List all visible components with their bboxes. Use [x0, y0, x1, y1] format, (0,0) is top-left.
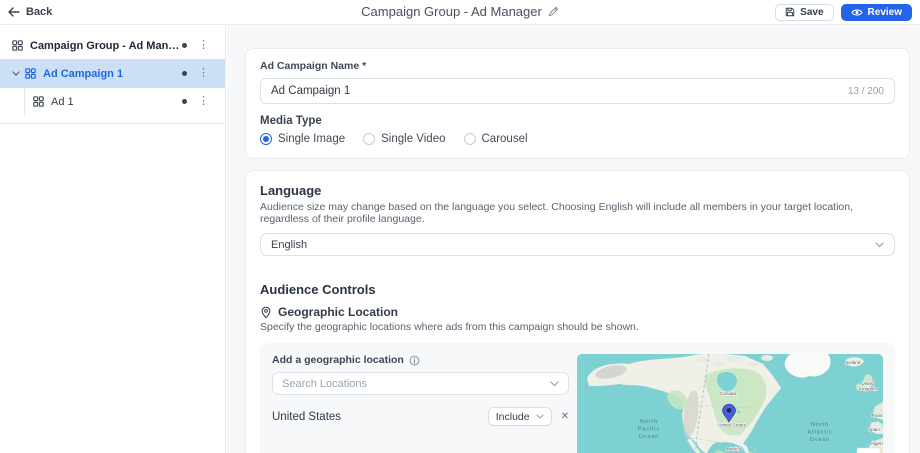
campaign-name-input[interactable] — [271, 85, 840, 97]
status-dot — [182, 71, 187, 76]
include-exclude-select[interactable]: Include — [488, 407, 552, 426]
sidebar-divider — [0, 123, 225, 124]
google-map[interactable]: North Pacific Ocean North Atlantic Ocean… — [577, 354, 883, 453]
svg-text:Atlantic: Atlantic — [808, 430, 833, 436]
radio-icon[interactable] — [260, 133, 272, 145]
chevron-down-icon — [536, 414, 544, 419]
map-label-algeria: Algeria — [871, 441, 883, 446]
map-label-iceland: Iceland — [846, 360, 861, 365]
svg-text:Ocean: Ocean — [639, 434, 659, 440]
chevron-down-icon — [550, 381, 559, 387]
location-row-united-states: United States Include ✕ — [272, 407, 569, 426]
chevron-down-icon[interactable] — [12, 71, 20, 76]
media-type-radio-group: Single Image Single Video Carousel — [260, 133, 895, 145]
add-location-label: Add a geographic location — [272, 354, 404, 366]
grid-icon — [25, 68, 36, 79]
kebab-menu-icon[interactable]: ⋮ — [196, 68, 211, 79]
tree-item-ad-campaign[interactable]: Ad Campaign 1 ⋮ — [0, 59, 225, 88]
language-selected-value: English — [271, 239, 307, 251]
radio-label: Carousel — [482, 133, 528, 145]
map-label-united-states: United States — [718, 423, 746, 428]
review-button[interactable]: Review — [841, 4, 912, 21]
map-label-mexico: Mexico — [727, 447, 742, 452]
location-search-field[interactable] — [272, 372, 569, 395]
review-label: Review — [868, 7, 902, 18]
include-value: Include — [496, 411, 530, 423]
map-pin-icon — [260, 306, 272, 319]
map-canvas: North Pacific Ocean North Atlantic Ocean… — [577, 354, 883, 453]
tree-item-label: Ad 1 — [51, 96, 74, 108]
chevron-down-icon — [875, 242, 884, 248]
geographic-location-description: Specify the geographic locations where a… — [260, 321, 895, 333]
location-search-input[interactable] — [282, 378, 550, 390]
radio-icon[interactable] — [464, 133, 476, 145]
media-type-label: Media Type — [260, 115, 895, 127]
geographic-location-panel: Add a geographic location United States — [260, 343, 895, 453]
status-dot — [182, 99, 187, 104]
audience-controls-heading: Audience Controls — [260, 282, 895, 297]
targeting-card: Language Audience size may change based … — [245, 170, 910, 453]
radio-single-image[interactable]: Single Image — [260, 133, 345, 145]
top-bar: Back Campaign Group - Ad Manager Save Re… — [0, 0, 920, 25]
main-content: Ad Campaign Name * 13 / 200 Media Type S… — [227, 25, 920, 453]
remove-location-icon[interactable]: ✕ — [561, 411, 569, 422]
eye-icon — [851, 8, 863, 17]
svg-text:Ocean: Ocean — [810, 437, 830, 443]
campaign-name-field[interactable]: 13 / 200 — [260, 78, 895, 104]
kebab-menu-icon[interactable]: ⋮ — [196, 40, 211, 51]
language-description: Audience size may change based on the la… — [260, 201, 895, 225]
language-select[interactable]: English — [260, 233, 895, 256]
radio-icon[interactable] — [363, 133, 375, 145]
kebab-menu-icon[interactable]: ⋮ — [196, 96, 211, 107]
geographic-location-heading: Geographic Location — [278, 305, 398, 319]
map-label-canada: Canada — [720, 391, 737, 396]
map-zoom-control: + − — [857, 448, 880, 453]
radio-label: Single Image — [278, 133, 345, 145]
grid-icon — [33, 96, 44, 107]
campaign-name-label: Ad Campaign Name * — [260, 60, 895, 72]
save-icon — [785, 7, 795, 17]
edit-title-icon[interactable] — [548, 6, 559, 17]
save-button[interactable]: Save — [775, 4, 833, 21]
svg-text:Pacific: Pacific — [638, 427, 660, 433]
radio-single-video[interactable]: Single Video — [363, 133, 445, 145]
arrow-left-icon — [8, 7, 20, 17]
svg-text:Kingdom: Kingdom — [859, 387, 877, 392]
back-button[interactable]: Back — [8, 6, 52, 18]
save-label: Save — [800, 7, 823, 18]
page-title: Campaign Group - Ad Manager — [361, 4, 542, 19]
grid-icon — [12, 40, 23, 51]
map-label-france: France — [872, 413, 883, 418]
tree-item-ad[interactable]: Ad 1 ⋮ — [0, 88, 225, 115]
radio-carousel[interactable]: Carousel — [464, 133, 528, 145]
info-icon[interactable] — [409, 355, 420, 366]
status-dot — [182, 43, 187, 48]
map-label-north-pacific: North — [640, 419, 658, 425]
campaign-tree-sidebar: Campaign Group - Ad Manager ⋮ Ad Campaig… — [0, 25, 226, 453]
map-label-north-atlantic: North — [811, 422, 829, 428]
back-label: Back — [26, 6, 52, 18]
tree-item-label: Ad Campaign 1 — [43, 68, 123, 80]
language-heading: Language — [260, 183, 895, 198]
tree-item-label: Campaign Group - Ad Manager — [30, 40, 182, 52]
location-name: United States — [272, 411, 341, 423]
radio-label: Single Video — [381, 133, 445, 145]
tree-item-campaign-group[interactable]: Campaign Group - Ad Manager ⋮ — [0, 32, 225, 59]
char-counter: 13 / 200 — [848, 86, 884, 97]
map-label-spain: Spain — [868, 427, 880, 432]
map-label-united-kingdom: United — [861, 381, 875, 386]
campaign-name-card: Ad Campaign Name * 13 / 200 Media Type S… — [245, 48, 910, 159]
